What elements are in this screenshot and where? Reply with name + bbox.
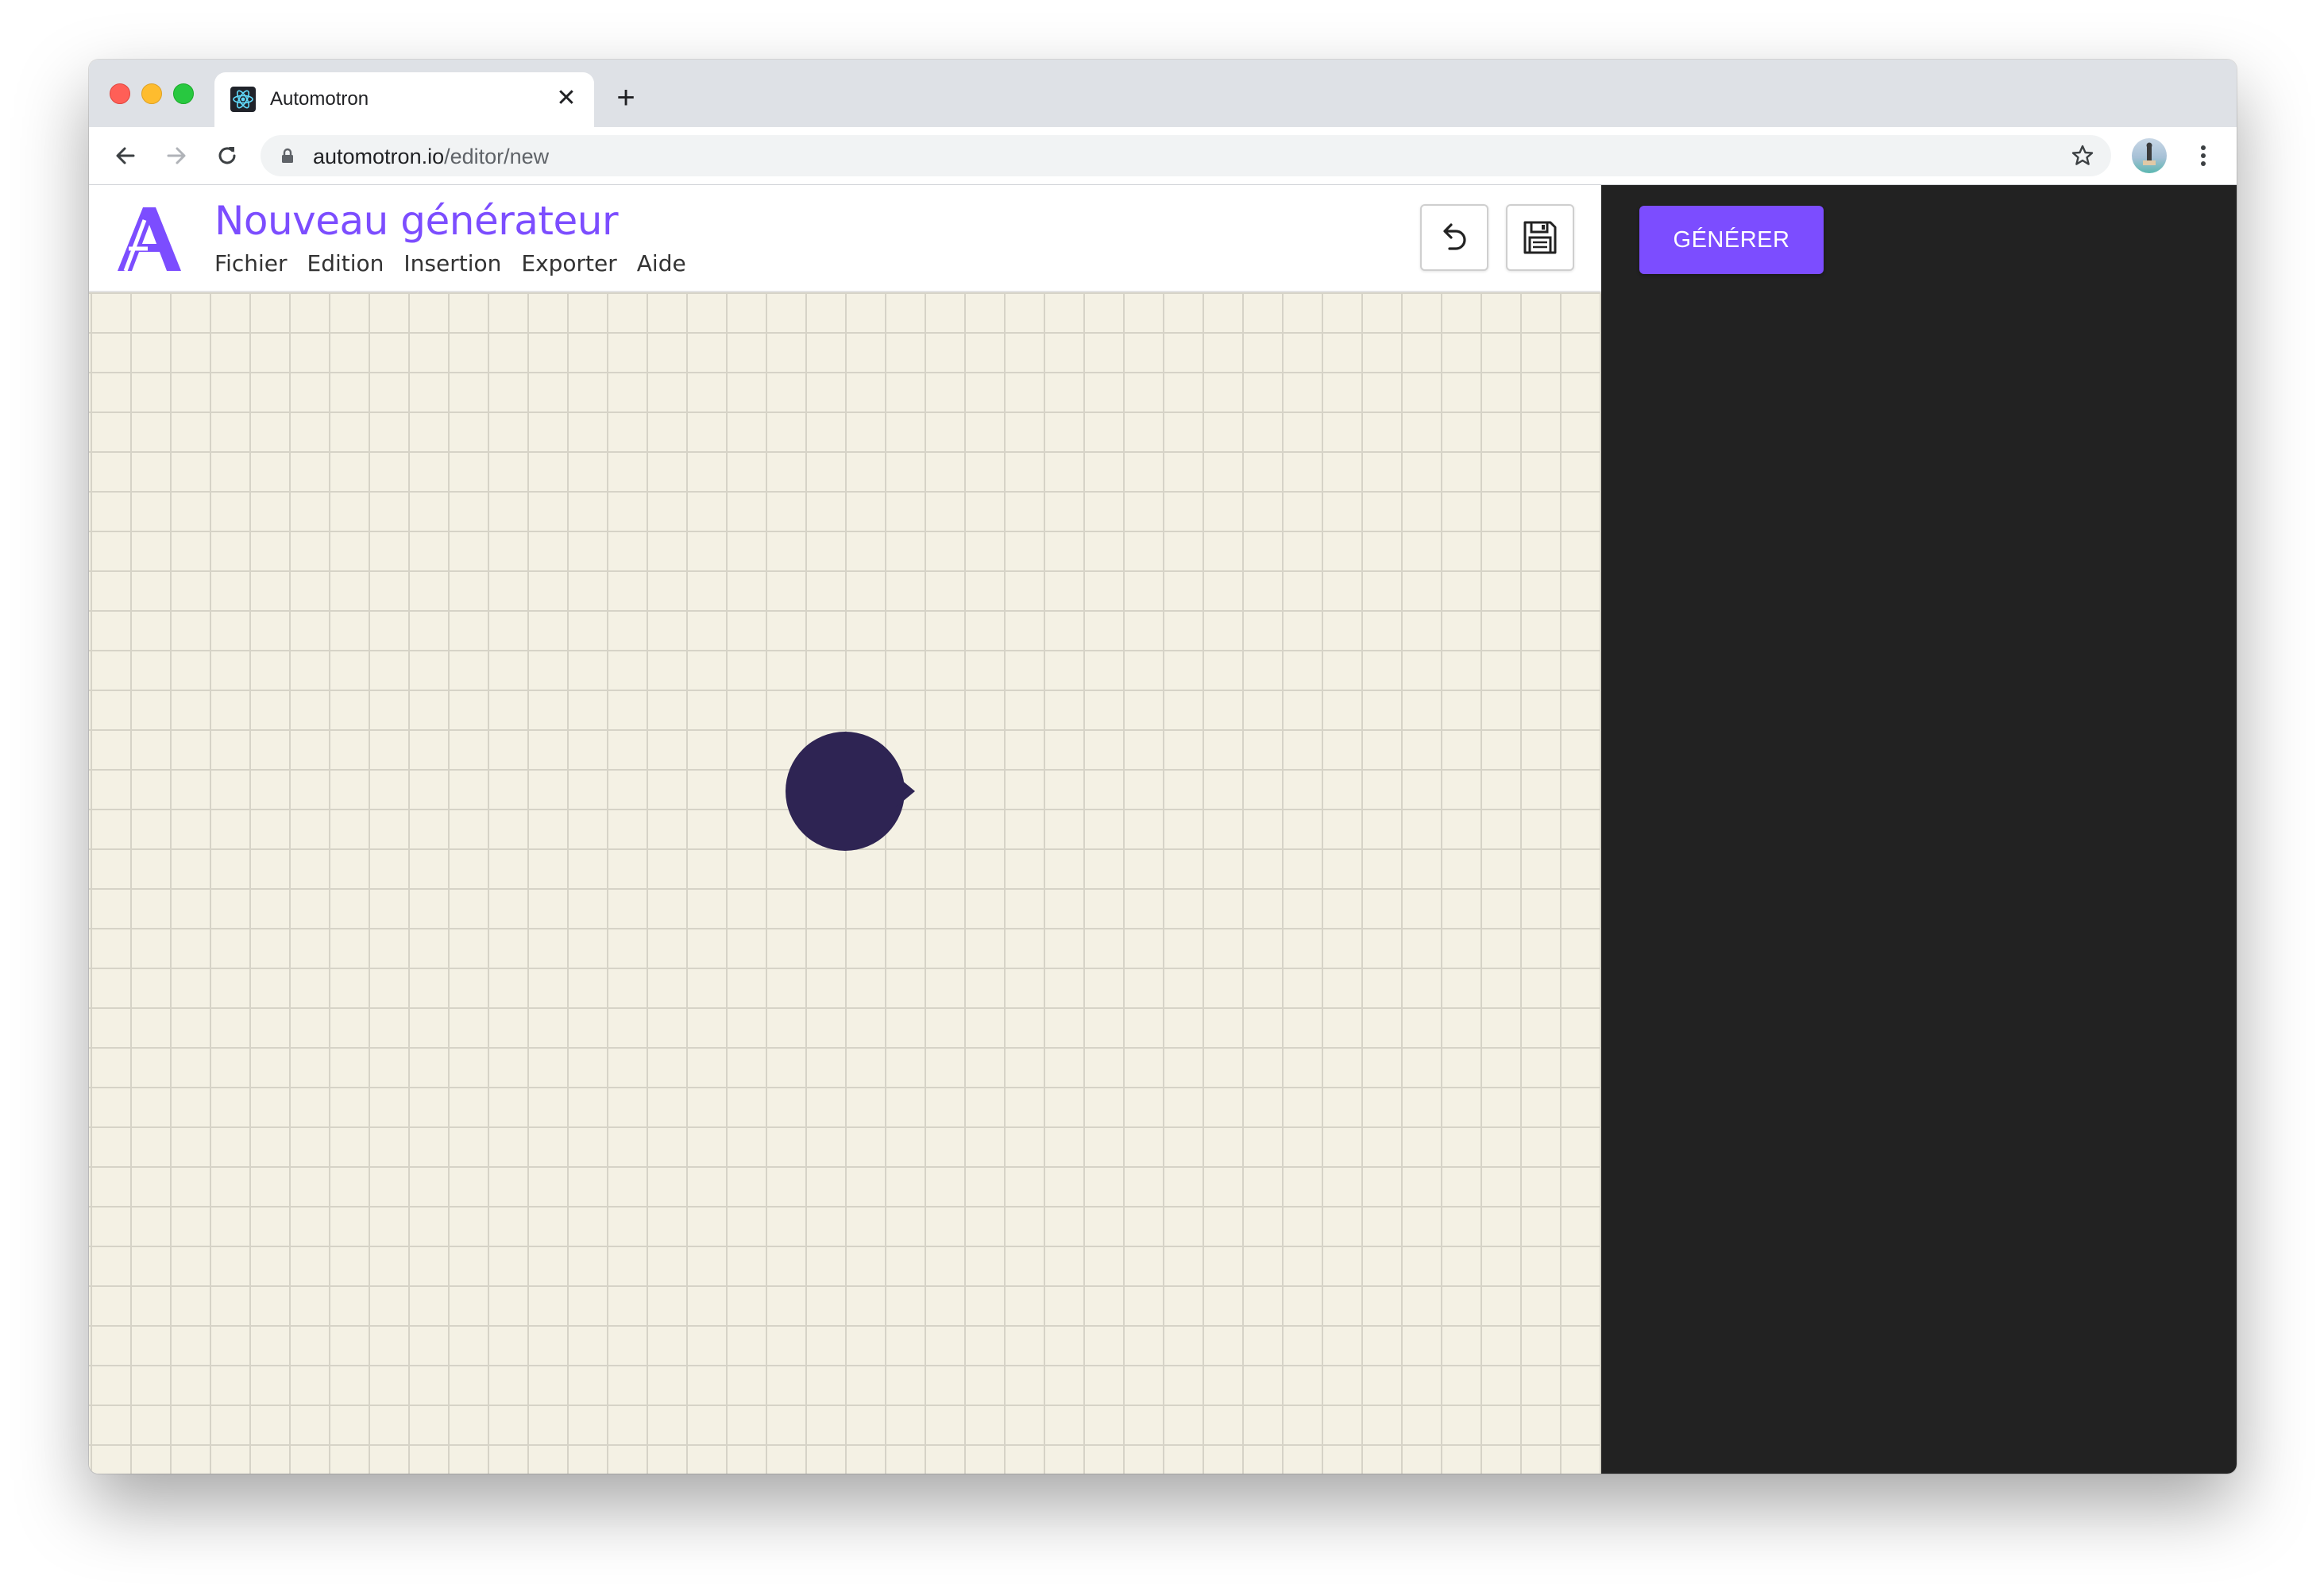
arrow-right-icon: [167, 147, 186, 164]
menu-item-exporter[interactable]: Exporter: [521, 250, 616, 276]
floppy-disk-icon: [1523, 221, 1557, 254]
close-window-button[interactable]: [110, 83, 130, 104]
forward-button[interactable]: [159, 138, 194, 173]
app-content: Nouveau générateur Fichier Edition Inser…: [89, 185, 2237, 1474]
new-tab-button[interactable]: +: [610, 82, 642, 114]
editor-canvas[interactable]: [89, 292, 1601, 1474]
save-button[interactable]: [1506, 204, 1574, 271]
browser-window: Automotron ✕ + automotron.io/editor/new …: [89, 60, 2237, 1474]
avatar-figure-icon: [2143, 142, 2156, 165]
menu-bar: Fichier Edition Insertion Exporter Aide: [214, 250, 706, 276]
bookmark-star-icon[interactable]: [2070, 143, 2095, 168]
undo-button[interactable]: [1420, 204, 1488, 271]
reload-icon: [218, 147, 236, 164]
tab-title: Automotron: [270, 88, 369, 110]
menu-item-insertion[interactable]: Insertion: [403, 250, 501, 276]
browser-toolbar: automotron.io/editor/new: [89, 127, 2237, 185]
address-bar[interactable]: automotron.io/editor/new: [261, 135, 2111, 176]
generate-button[interactable]: GÉNÉRER: [1639, 206, 1824, 274]
output-panel: GÉNÉRER: [1601, 185, 2237, 1474]
tab-close-icon[interactable]: ✕: [553, 85, 580, 112]
arrow-left-icon: [116, 147, 135, 164]
automaton-state-node[interactable]: [785, 731, 920, 852]
automotron-logo-icon: [118, 207, 181, 272]
back-button[interactable]: [108, 138, 143, 173]
menu-item-aide[interactable]: Aide: [637, 250, 686, 276]
maximize-window-button[interactable]: [173, 83, 194, 104]
react-atom-icon: [230, 87, 256, 112]
more-vert-icon[interactable]: [2186, 138, 2221, 173]
url-host: automotron.io: [313, 145, 445, 168]
document-title[interactable]: Nouveau générateur: [214, 198, 619, 244]
lock-icon: [282, 148, 293, 163]
browser-tab[interactable]: Automotron ✕: [214, 72, 594, 127]
url-path: /editor/new: [444, 145, 550, 168]
tab-strip: Automotron ✕ +: [89, 60, 2237, 127]
menu-item-fichier[interactable]: Fichier: [214, 250, 288, 276]
url-text: automotron.io/editor/new: [313, 145, 549, 169]
profile-avatar[interactable]: [2132, 138, 2167, 173]
reload-button[interactable]: [210, 138, 245, 173]
menu-item-edition[interactable]: Edition: [307, 250, 384, 276]
undo-icon: [1443, 223, 1466, 250]
app-header: Nouveau générateur Fichier Edition Inser…: [89, 185, 1601, 292]
minimize-window-button[interactable]: [141, 83, 162, 104]
